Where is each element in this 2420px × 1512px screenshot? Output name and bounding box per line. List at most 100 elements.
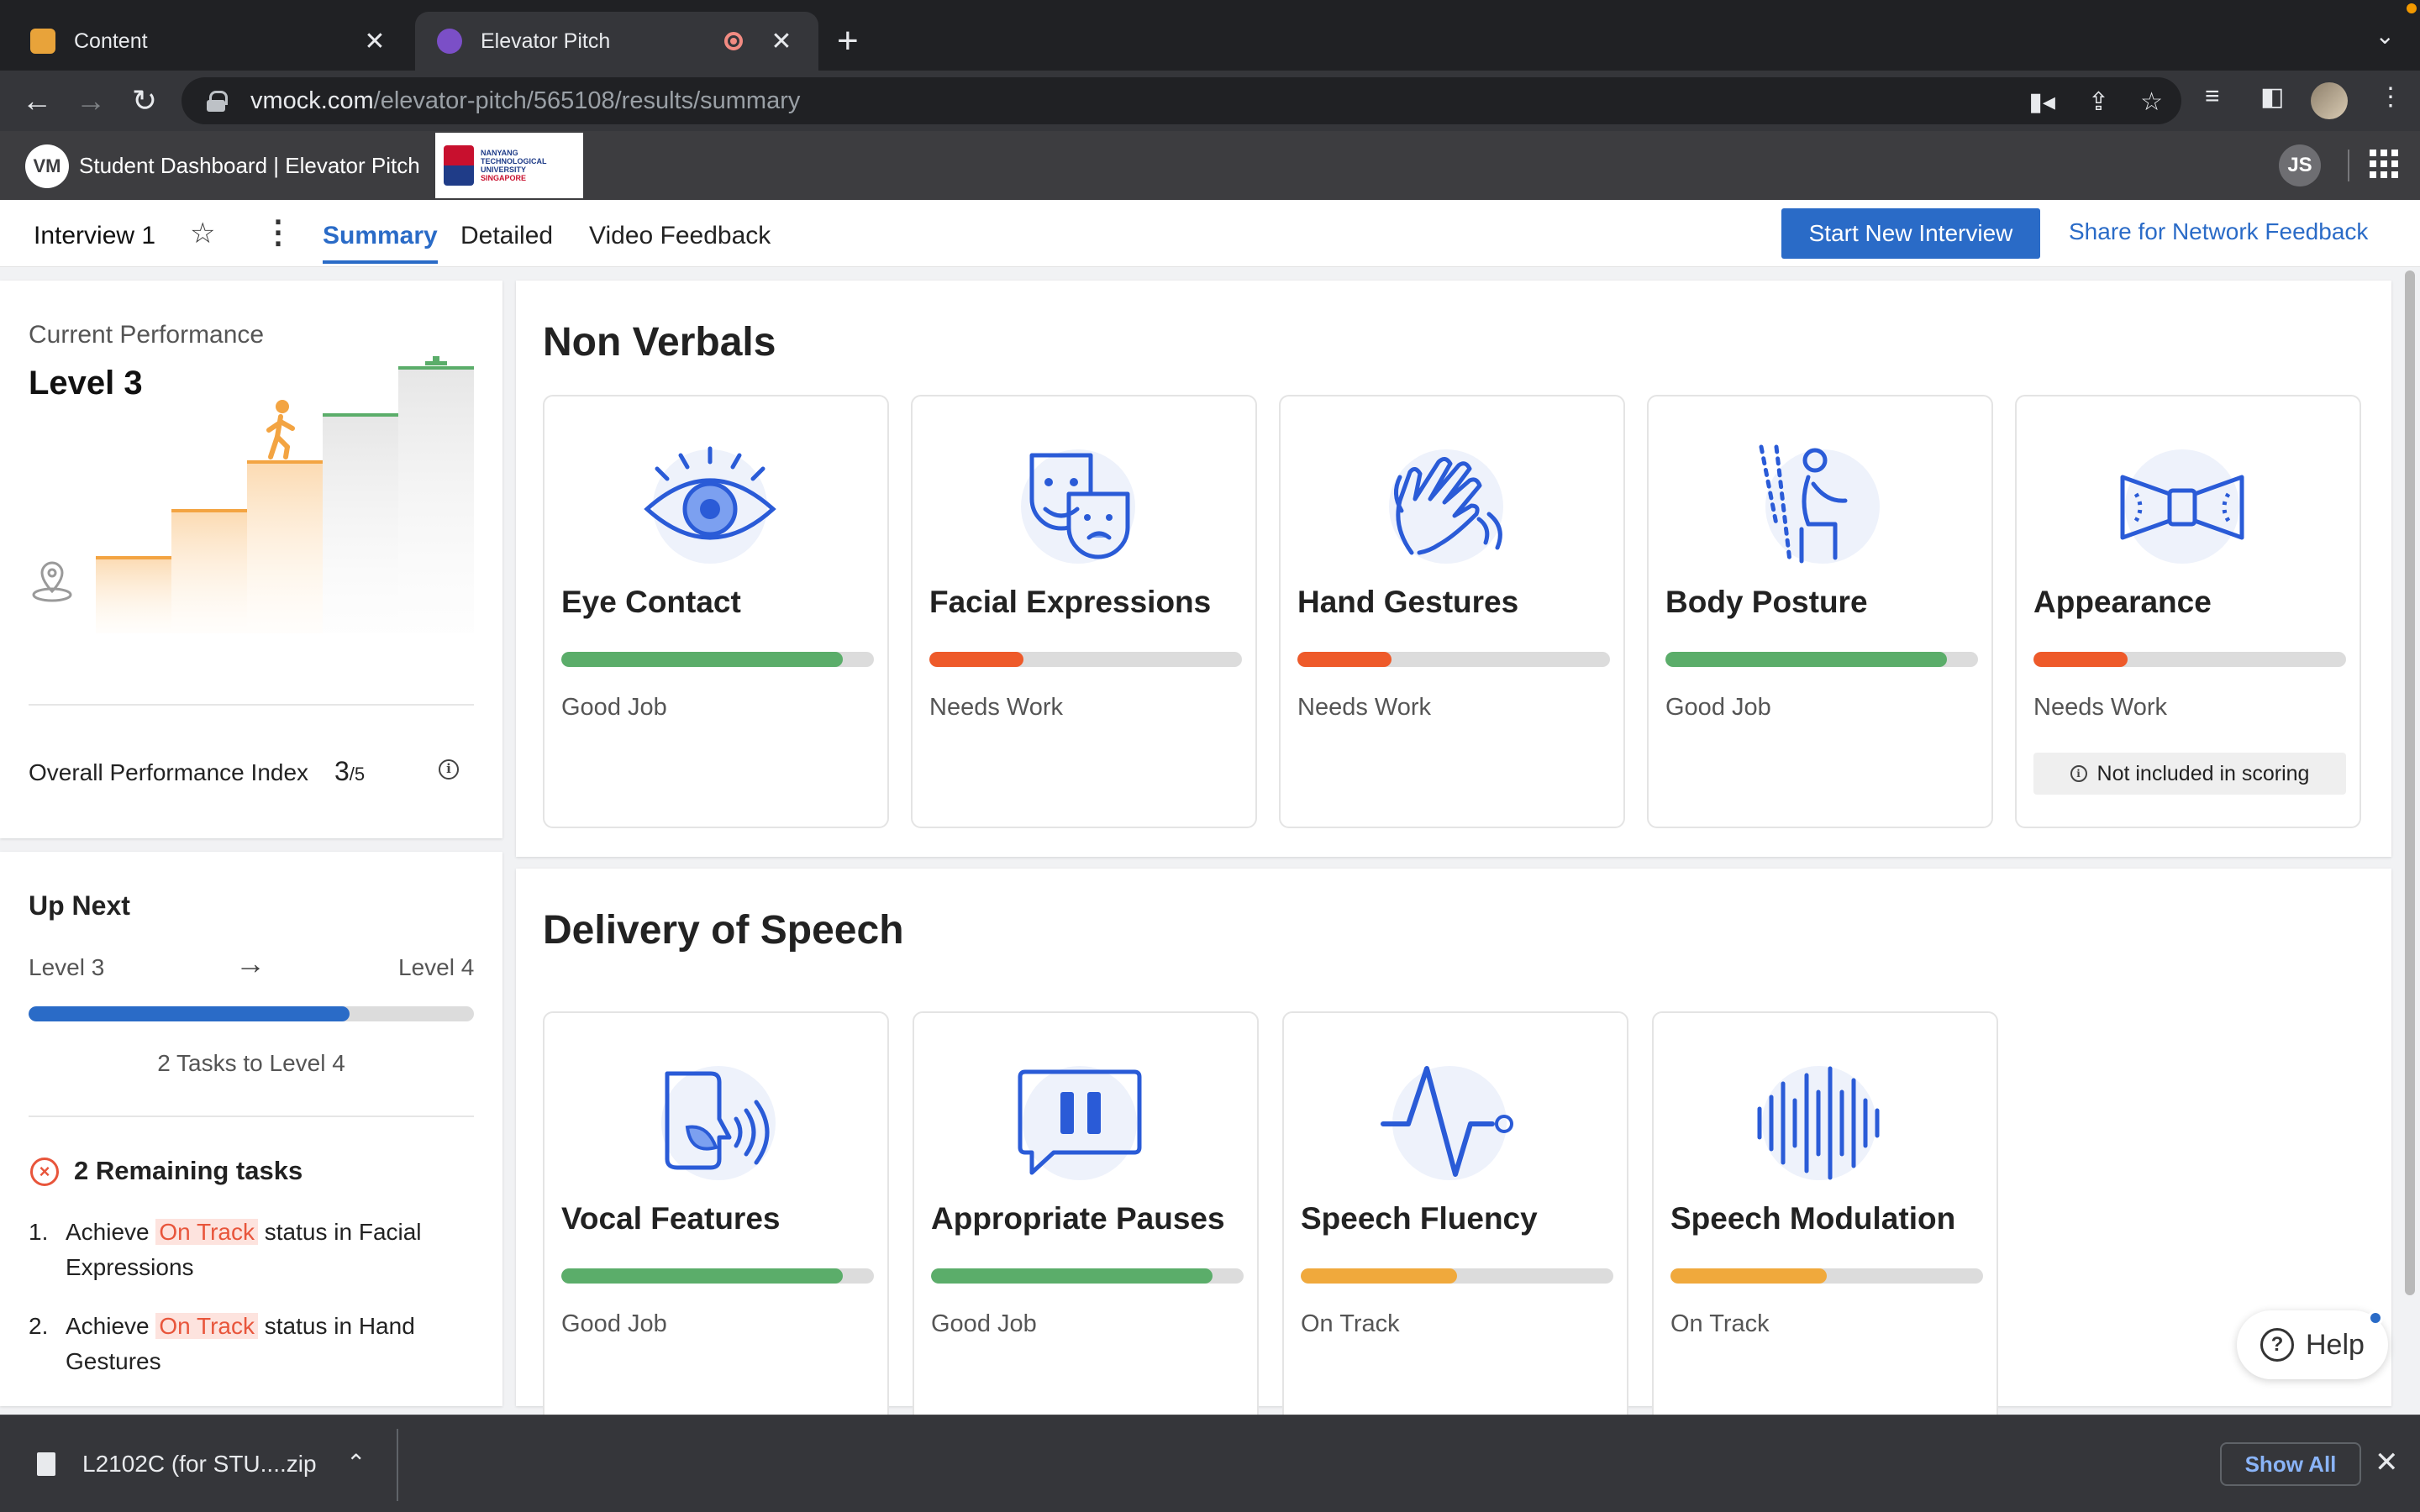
metric-card-facial-expressions[interactable]: Facial Expressions Needs Work (911, 395, 1257, 828)
step-2 (171, 509, 247, 633)
forward-arrow-icon[interactable]: → (72, 82, 109, 119)
new-tab-icon[interactable]: + (837, 20, 859, 62)
university-line: TECHNOLOGICAL (481, 157, 547, 165)
metric-name: Vocal Features (561, 1201, 781, 1236)
metric-card-body-posture[interactable]: Body Posture Good Job (1647, 395, 1993, 828)
university-logo: NANYANG TECHNOLOGICAL UNIVERSITY SINGAPO… (435, 133, 583, 198)
app-title: Student Dashboard | Elevator Pitch (79, 153, 420, 178)
pulse-icon (1381, 1066, 1513, 1180)
step-1 (96, 556, 171, 633)
question-icon: ? (2260, 1328, 2294, 1362)
media-queue-icon[interactable]: ≡ (2205, 82, 2220, 111)
close-circle-icon: × (30, 1158, 59, 1186)
task-number: 1. (29, 1219, 49, 1245)
level-staircase (32, 356, 474, 633)
tab-title: Content (74, 29, 148, 53)
close-icon[interactable]: ✕ (360, 27, 390, 56)
metric-level-fill (1670, 1268, 1827, 1284)
eye-icon (644, 446, 776, 564)
metric-level-fill (561, 1268, 843, 1284)
up-next-title: Up Next (29, 890, 130, 921)
back-arrow-icon[interactable]: ← (18, 82, 55, 119)
not-included-text: Not included in scoring (2096, 761, 2310, 785)
waveform-icon (1757, 1066, 1880, 1180)
metric-name: Speech Fluency (1301, 1201, 1538, 1236)
metric-level-bar (1297, 652, 1610, 667)
file-icon (37, 1452, 55, 1476)
download-filename[interactable]: L2102C (for STU....zip (82, 1451, 317, 1478)
metric-level-bar (1670, 1268, 1983, 1284)
metric-level-bar (1301, 1268, 1613, 1284)
metric-name: Appearance (2033, 585, 2212, 619)
show-all-button[interactable]: Show All (2220, 1442, 2361, 1486)
level-to: Level 4 (398, 954, 475, 980)
metric-name: Appropriate Pauses (931, 1201, 1225, 1236)
opi-score: 3 (334, 756, 350, 786)
side-panel-icon[interactable]: ◧ (2260, 82, 2284, 112)
section-title: Non Verbals (543, 320, 776, 365)
browser-tab-elevator-pitch[interactable]: Elevator Pitch ✕ (415, 12, 818, 71)
reload-icon[interactable]: ↻ (126, 82, 163, 119)
start-new-interview-button[interactable]: Start New Interview (1781, 208, 2040, 259)
metric-card-speech-modulation[interactable]: Speech Modulation On Track (1652, 1011, 1998, 1445)
vmock-favicon-icon (437, 29, 462, 54)
close-icon[interactable]: ✕ (766, 27, 797, 56)
chevron-up-icon[interactable]: ⌃ (346, 1449, 366, 1477)
delivery-of-speech-section: Delivery of Speech Vocal Features Good J… (516, 869, 2391, 1445)
metric-level-fill (1301, 1268, 1457, 1284)
pause-icon (1018, 1066, 1142, 1180)
metric-level-fill (2033, 652, 2128, 667)
performance-label: Current Performance (29, 321, 265, 349)
user-avatar[interactable]: JS (2279, 144, 2321, 186)
tab-title: Elevator Pitch (481, 29, 611, 53)
close-icon[interactable]: ✕ (2375, 1446, 2399, 1479)
level-progress-fill (29, 1006, 350, 1021)
opi-max: /5 (349, 764, 366, 785)
opi-value: 3/5 (334, 756, 365, 787)
share-icon[interactable]: ⇪ (2088, 87, 2109, 117)
university-crest-icon (444, 145, 474, 186)
browser-tab-content[interactable]: Content ✕ (8, 12, 412, 71)
current-performance-card: Current Performance Level 3 Overall Perf… (0, 281, 502, 838)
address-bar[interactable]: vmock.com/elevator-pitch/565108/results/… (182, 77, 2181, 124)
person-icon (266, 400, 295, 459)
metric-status: Good Job (561, 1310, 667, 1337)
step-4 (323, 413, 398, 633)
metric-card-hand-gestures[interactable]: Hand Gestures Needs Work (1279, 395, 1625, 828)
browser-menu-icon[interactable]: ⋮ (2378, 82, 2403, 112)
help-button[interactable]: ? Help (2237, 1310, 2388, 1379)
more-options-icon[interactable]: ⋮ (262, 213, 294, 251)
metric-status: On Track (1670, 1310, 1770, 1337)
tab-summary[interactable]: Summary (323, 222, 438, 264)
share-network-feedback-link[interactable]: Share for Network Feedback (2069, 218, 2368, 245)
apps-grid-icon[interactable] (2370, 150, 2398, 178)
tasks-to-level: 2 Tasks to Level 4 (157, 1050, 345, 1076)
tab-detailed[interactable]: Detailed (460, 222, 553, 250)
posture-icon (1759, 444, 1880, 564)
metric-card-appearance[interactable]: Appearance Needs Work i Not included in … (2015, 395, 2361, 828)
bookmark-star-icon[interactable]: ☆ (2140, 87, 2163, 117)
vmock-logo[interactable]: VM (25, 144, 69, 188)
metric-status: Needs Work (929, 694, 1064, 721)
profile-avatar[interactable] (2311, 82, 2348, 119)
tab-video-feedback[interactable]: Video Feedback (589, 222, 771, 250)
metric-name: Body Posture (1665, 585, 1868, 619)
metric-card-vocal-features[interactable]: Vocal Features Good Job (543, 1011, 889, 1445)
notification-dot-icon (2368, 1310, 2383, 1326)
metric-card-appropriate-pauses[interactable]: Appropriate Pauses Good Job (913, 1011, 1259, 1445)
metric-level-bar (561, 1268, 874, 1284)
metric-card-eye-contact[interactable]: Eye Contact Good Job (543, 395, 889, 828)
metric-card-speech-fluency[interactable]: Speech Fluency On Track (1282, 1011, 1628, 1445)
camera-icon[interactable]: ▮◂ (2028, 87, 2055, 117)
task-number: 2. (29, 1313, 49, 1339)
remaining-tasks-title: 2 Remaining tasks (74, 1156, 303, 1185)
info-icon[interactable]: i (439, 759, 459, 780)
hand-icon (1389, 449, 1503, 564)
page-scrollbar[interactable] (2405, 270, 2415, 1295)
metric-status: On Track (1301, 1310, 1400, 1337)
tab-search-chevron-icon[interactable]: ⌄ (2375, 22, 2395, 50)
university-line: SINGAPORE (481, 174, 527, 182)
lock-icon (207, 91, 228, 112)
level-from: Level 3 (29, 954, 105, 980)
star-icon[interactable]: ☆ (190, 217, 215, 250)
